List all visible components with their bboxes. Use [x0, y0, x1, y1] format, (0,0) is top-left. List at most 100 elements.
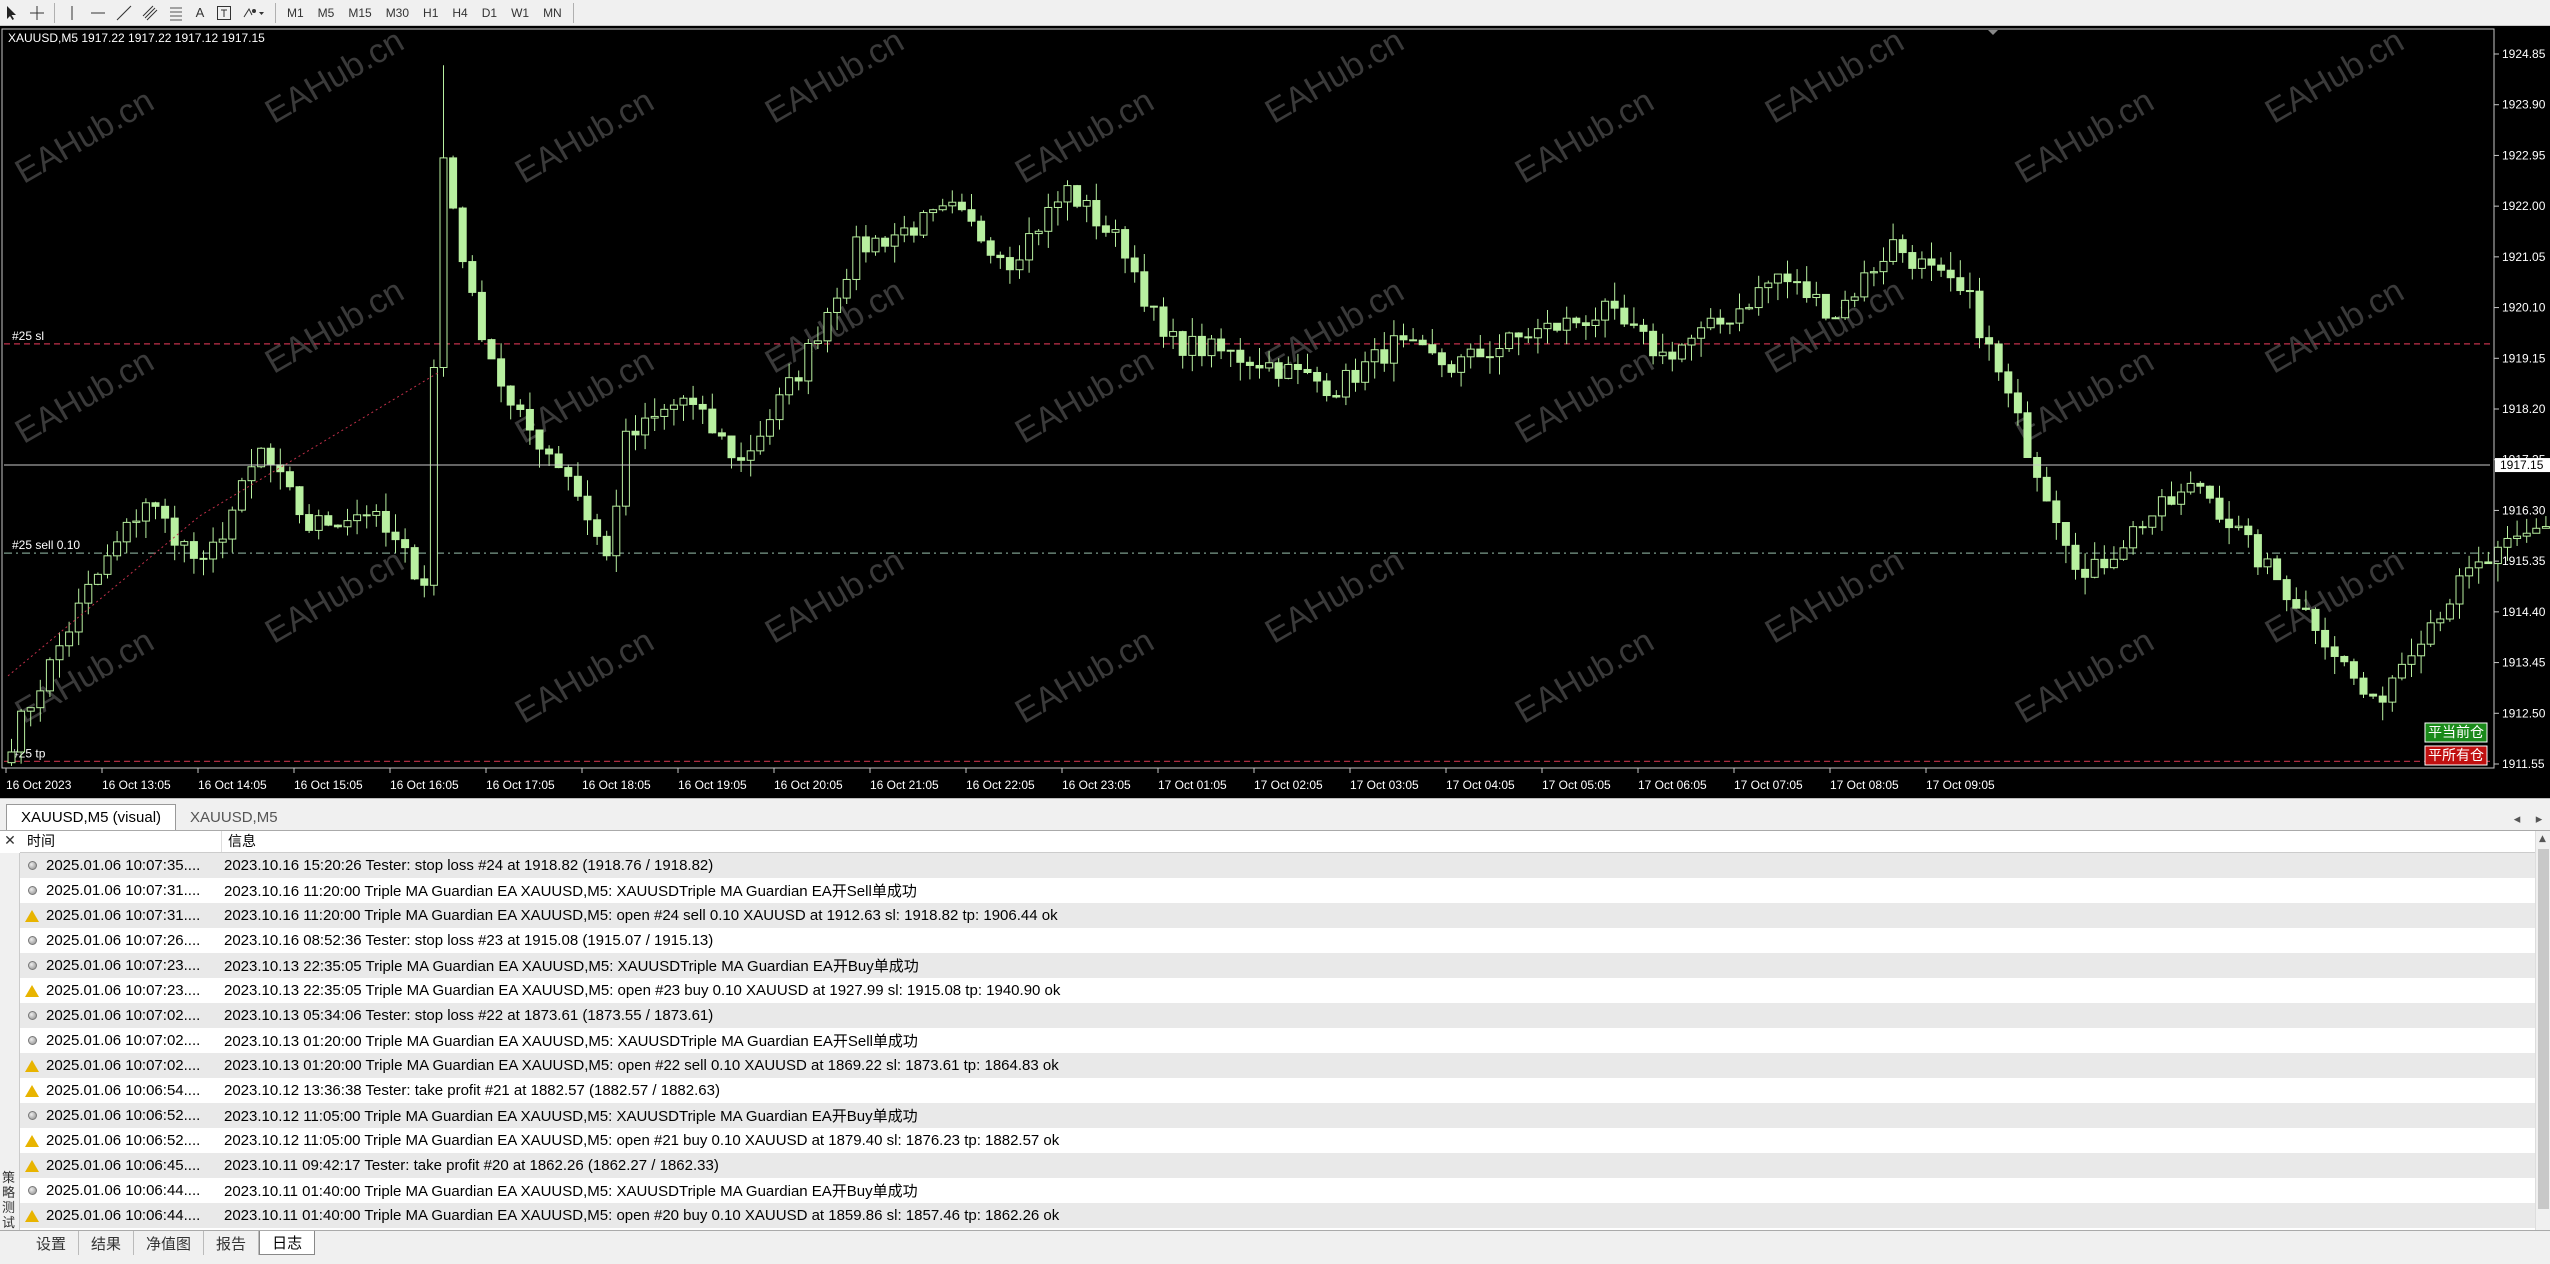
candle-bear	[1639, 324, 1648, 332]
horizontal-line-icon[interactable]	[85, 2, 111, 24]
candle-bull	[2522, 532, 2531, 537]
journal-row[interactable]: 2025.01.06 10:06:44.... 2023.10.11 01:40:…	[20, 1178, 2535, 1203]
candle-bear	[449, 157, 458, 209]
candle-bear	[458, 207, 467, 263]
fibonacci-icon[interactable]	[163, 2, 189, 24]
journal-row[interactable]: 2025.01.06 10:07:35.... 2023.10.16 15:20:…	[20, 853, 2535, 878]
channel-icon[interactable]	[137, 2, 163, 24]
timeframe-m15[interactable]: M15	[341, 2, 378, 24]
timeframe-h4[interactable]: H4	[445, 2, 474, 24]
scroll-right-icon[interactable]: ▸	[2528, 808, 2550, 830]
close-current-button[interactable]: 平当前仓	[2424, 722, 2488, 743]
cursor-arrow-icon[interactable]	[0, 2, 24, 24]
timeframe-mn[interactable]: MN	[536, 2, 569, 24]
candle-bull	[2436, 618, 2445, 624]
x-tick-label: 16 Oct 13:05	[102, 778, 171, 792]
vertical-line-icon[interactable]	[59, 2, 85, 24]
tab-chart-m5[interactable]: XAUUSD,M5	[176, 804, 292, 830]
crosshair-icon[interactable]	[24, 2, 50, 24]
candle-bull	[372, 510, 381, 516]
scroll-up-icon[interactable]: ▲	[2539, 834, 2546, 844]
candle-bull	[353, 514, 362, 522]
y-tick-label: 1918.20	[2502, 402, 2546, 416]
text-label-icon[interactable]	[211, 2, 237, 24]
close-current-label[interactable]: 平当前仓	[2428, 724, 2484, 741]
journal-row[interactable]: 2025.01.06 10:07:23.... 2023.10.13 22:35:…	[20, 953, 2535, 978]
tab-equity-graph[interactable]: 净值图	[134, 1231, 205, 1255]
candle-bear	[2071, 544, 2080, 570]
candle-bull	[1879, 260, 1888, 273]
candle-bull	[1265, 362, 1274, 369]
watermark-text: EAHub.cn	[9, 82, 161, 191]
journal-row-time: 2025.01.06 10:06:44....	[46, 1182, 201, 1199]
candle-bull	[1111, 229, 1120, 233]
candle-bull	[775, 394, 784, 421]
candle-bull	[2513, 535, 2522, 539]
journal-row[interactable]: 2025.01.06 10:06:54.... 2023.10.12 13:36:…	[20, 1078, 2535, 1103]
warning-triangle-icon	[25, 909, 39, 922]
candle-bear	[401, 539, 410, 549]
candle-bear	[881, 237, 890, 247]
journal-row[interactable]: 2025.01.06 10:06:52.... 2023.10.12 11:05:…	[20, 1128, 2535, 1153]
timeframe-m1[interactable]: M1	[280, 2, 311, 24]
scroll-left-icon[interactable]: ◂	[2506, 808, 2528, 830]
candle-bear	[977, 220, 986, 242]
candle-bear	[362, 514, 371, 517]
journal-row[interactable]: 2025.01.06 10:06:52.... 2023.10.12 11:05:…	[20, 1103, 2535, 1128]
candle-bull	[2109, 558, 2118, 569]
candle-bull	[1745, 307, 1754, 310]
candle-bull	[641, 417, 650, 436]
trendline-icon[interactable]	[111, 2, 137, 24]
journal-row[interactable]: 2025.01.06 10:07:02.... 2023.10.13 01:20:…	[20, 1028, 2535, 1053]
timeframe-m5[interactable]: M5	[311, 2, 342, 24]
candle-bull	[1169, 331, 1178, 337]
candle-bull	[1869, 271, 1878, 274]
column-header-time[interactable]: 时间	[20, 831, 222, 852]
chart-shift-marker-icon[interactable]	[1988, 30, 1998, 35]
journal-scrollbar[interactable]: ▲	[2535, 831, 2550, 1231]
candle-bear	[593, 519, 602, 537]
shapes-dropdown-icon[interactable]	[237, 2, 271, 24]
x-tick-label: 17 Oct 01:05	[1158, 778, 1227, 792]
close-all-label[interactable]: 平所有仓	[2428, 748, 2484, 764]
price-chart[interactable]: EAHub.cn EAHub.cn EAHub.cn EAHub.cn EAHub.cn…	[0, 26, 2550, 798]
timeframe-w1[interactable]: W1	[504, 2, 536, 24]
candle-bear	[2215, 497, 2224, 520]
timeframe-m30[interactable]: M30	[379, 2, 416, 24]
candle-bear	[2042, 476, 2051, 502]
journal-scrollbar-thumb[interactable]	[2538, 849, 2549, 1209]
chart-canvas[interactable]: EAHub.cn EAHub.cn EAHub.cn EAHub.cn EAHub.cn…	[0, 26, 2550, 798]
journal-row[interactable]: 2025.01.06 10:07:02.... 2023.10.13 01:20:…	[20, 1053, 2535, 1078]
timeframe-d1[interactable]: D1	[475, 2, 504, 24]
tab-report[interactable]: 报告	[204, 1231, 260, 1255]
candle-bull	[1495, 348, 1504, 358]
close-panel-icon[interactable]: ✕	[2, 833, 18, 849]
text-tool-icon[interactable]: A	[189, 2, 211, 24]
journal-row[interactable]: 2025.01.06 10:06:44.... 2023.10.11 01:40:…	[20, 1203, 2535, 1228]
tab-results[interactable]: 结果	[79, 1231, 135, 1255]
journal-row[interactable]: 2025.01.06 10:06:45.... 2023.10.11 09:42:…	[20, 1153, 2535, 1178]
journal-row[interactable]: 2025.01.06 10:07:31.... 2023.10.16 11:20:…	[20, 878, 2535, 903]
candle-bear	[2349, 661, 2358, 679]
candle-bear	[2004, 371, 2013, 394]
watermark-text: EAHub.cn	[9, 622, 161, 731]
journal-row-time: 2025.01.06 10:06:52....	[46, 1107, 201, 1124]
warning-icon	[20, 1159, 44, 1172]
journal-row[interactable]: 2025.01.06 10:07:23.... 2023.10.13 22:35:…	[20, 978, 2535, 1003]
candle-bull	[2157, 496, 2166, 517]
candle-bear	[1553, 322, 1562, 331]
close-all-button[interactable]: 平所有仓	[2424, 745, 2488, 766]
panel-side-label: 策略测试	[2, 1171, 16, 1231]
column-header-message[interactable]: 信息	[222, 831, 2535, 852]
tab-settings[interactable]: 设置	[24, 1231, 80, 1255]
tab-journal[interactable]: 日志	[259, 1231, 316, 1255]
journal-row[interactable]: 2025.01.06 10:07:26.... 2023.10.16 08:52:…	[20, 928, 2535, 953]
journal-row[interactable]: 2025.01.06 10:07:02.... 2023.10.13 05:34:…	[20, 1003, 2535, 1028]
tab-chart-visual[interactable]: XAUUSD,M5 (visual)	[6, 804, 177, 830]
candle-bear	[794, 377, 803, 382]
journal-row[interactable]: 2025.01.06 10:07:31.... 2023.10.16 11:20:…	[20, 903, 2535, 928]
candle-bear	[2311, 608, 2320, 631]
timeframe-h1[interactable]: H1	[416, 2, 445, 24]
toolbar-separator	[275, 2, 276, 23]
candle-bull	[1533, 328, 1542, 339]
